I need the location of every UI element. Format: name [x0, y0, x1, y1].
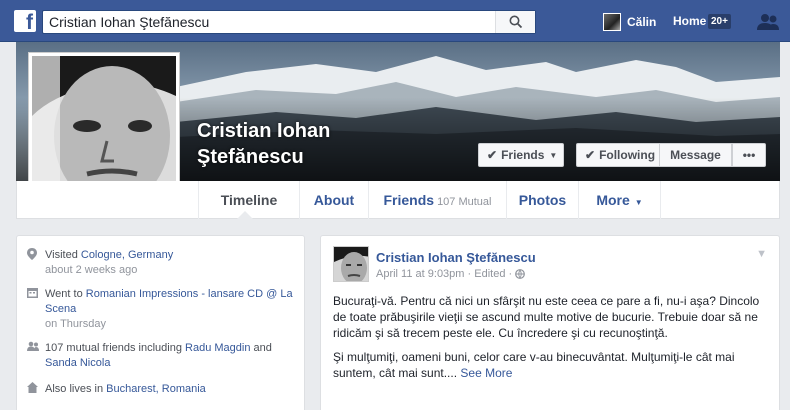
tab-about[interactable]: About	[300, 181, 369, 219]
event-item: Went to Romanian Impressions - lansare C…	[27, 287, 295, 332]
post-paragraph: Bucuraţi-vă. Pentru că nici un sfârşit n…	[333, 294, 760, 340]
mutual-friend-link[interactable]: Radu Magdin	[185, 342, 250, 354]
visited-time: about 2 weeks ago	[45, 264, 138, 276]
tab-timeline[interactable]: Timeline	[198, 181, 300, 219]
globe-icon[interactable]	[515, 269, 526, 279]
tab-friends[interactable]: Friends 107 Mutual	[369, 181, 507, 219]
more-options-button[interactable]: •••	[732, 143, 766, 167]
post-body: Bucuraţi-vă. Pentru că nici un sfârşit n…	[333, 293, 769, 389]
tab-more[interactable]: More ▼	[579, 181, 661, 219]
search-icon	[509, 15, 523, 29]
visited-item: Visited Cologne, Germany about 2 weeks a…	[27, 248, 295, 278]
post-paragraph-2: Şi mulţumiţi, oameni buni, celor care v-…	[333, 349, 769, 381]
user-profile-link[interactable]: Călin	[603, 12, 656, 32]
facebook-logo[interactable]: f	[14, 10, 36, 32]
lives-in-item: Also lives in Bucharest, Romania	[27, 382, 295, 398]
lives-place-link[interactable]: Bucharest, Romania	[106, 383, 206, 395]
search-input[interactable]	[43, 11, 493, 33]
caret-down-icon: ▼	[549, 150, 558, 160]
event-time: on Thursday	[45, 318, 106, 330]
intro-card: Visited Cologne, Germany about 2 weeks a…	[16, 235, 305, 410]
home-link[interactable]: Home	[673, 14, 706, 28]
profile-tabs: Timeline About Friends 107 Mutual Photos …	[16, 181, 780, 219]
post-author-avatar[interactable]	[333, 246, 369, 282]
following-button[interactable]: ✔ Following	[576, 143, 660, 167]
tab-photos[interactable]: Photos	[507, 181, 579, 219]
post-meta: April 11 at 9:03pm · Edited ·	[376, 268, 526, 280]
message-button-label: Message	[670, 148, 721, 162]
search-button[interactable]	[495, 11, 535, 33]
message-button[interactable]: Message	[660, 143, 732, 167]
post-author-name[interactable]: Cristian Iohan Ştefănescu	[376, 250, 536, 265]
mutual-friends-item: 107 mutual friends including Radu Magdin…	[27, 341, 295, 371]
visited-prefix: Visited	[45, 249, 81, 261]
calendar-icon	[27, 287, 45, 332]
friends-button[interactable]: ✔ Friends ▼	[478, 143, 564, 167]
avatar	[603, 13, 621, 31]
following-button-label: Following	[599, 148, 656, 162]
friends-icon[interactable]	[756, 13, 780, 31]
profile-name: Cristian Iohan Ştefănescu	[197, 120, 331, 168]
home-icon	[27, 382, 45, 398]
home-notification-badge: 20+	[708, 14, 731, 29]
mutual-friends-count: 107 Mutual	[437, 196, 492, 208]
friends-button-label: Friends	[501, 148, 545, 162]
checkmark-icon: ✔	[487, 148, 498, 162]
mutual-friend-link[interactable]: Sanda Nicola	[45, 357, 110, 369]
post-timestamp[interactable]: April 11 at 9:03pm	[376, 268, 464, 280]
checkmark-icon: ✔	[585, 148, 596, 162]
friends-icon	[27, 341, 45, 371]
timeline-post: Cristian Iohan Ştefănescu April 11 at 9:…	[320, 235, 780, 410]
tab-friends-label: Friends	[383, 192, 435, 208]
went-prefix: Went to	[45, 288, 86, 300]
visited-place-link[interactable]: Cologne, Germany	[81, 249, 173, 261]
search-box	[42, 10, 536, 34]
meta-separator: ·	[464, 268, 475, 280]
user-name: Călin	[627, 15, 657, 29]
profile-photo	[32, 56, 176, 200]
post-paragraph-text: Şi mulţumiţi, oameni buni, celor care v-…	[333, 350, 735, 380]
top-navigation-bar: f Călin Home 20+	[0, 0, 790, 42]
post-options-chevron-icon[interactable]: ▼	[756, 248, 767, 260]
lives-prefix: Also lives in	[45, 383, 107, 395]
see-more-link[interactable]: See More	[460, 366, 512, 380]
meta-separator: ·	[505, 268, 516, 280]
tab-more-label: More	[596, 192, 630, 208]
mutual-and: and	[250, 342, 272, 354]
caret-down-icon: ▼	[634, 198, 643, 207]
more-options-icon: •••	[742, 148, 756, 162]
mutual-prefix: 107 mutual friends including	[45, 342, 186, 354]
location-pin-icon	[27, 248, 45, 278]
edited-link[interactable]: Edited	[474, 268, 505, 280]
